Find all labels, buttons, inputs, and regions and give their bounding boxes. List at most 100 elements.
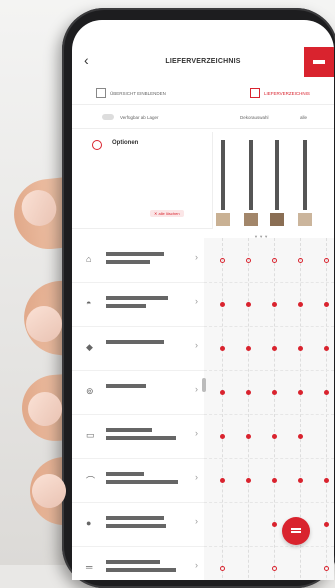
availability-dot [323,521,329,527]
availability-dot [271,345,277,351]
swatch-column[interactable] [244,140,258,232]
swatch-bar [275,140,279,210]
grid-row-line [204,414,334,415]
stock-toggle[interactable] [102,114,114,120]
item-text-line [106,436,176,440]
availability-dot [271,521,277,527]
swatch-bar [221,140,225,210]
chevron-right-icon[interactable]: › [195,340,198,350]
grid-row-line [204,502,334,503]
overview-toggle-label[interactable]: ÜBERSICHT EINBLENDEN [110,91,166,96]
view-toggle-row: ÜBERSICHT EINBLENDEN LIEFERVERZEICHNIS [72,82,334,105]
color-swatch[interactable] [270,213,284,226]
grid-row-line [204,282,334,283]
chevron-right-icon[interactable]: › [195,252,198,262]
phone-screen: ‹ LIEFERVERZEICHNIS ÜBERSICHT EINBLENDEN… [72,20,334,580]
list-item[interactable]: ⊚ › [72,370,204,415]
page-title: LIEFERVERZEICHNIS [165,58,241,65]
list-item[interactable]: ◆ › [72,326,204,371]
cabinet-icon: ⌂ [86,254,92,264]
item-text-line [106,428,152,432]
filter-lines-icon [291,528,301,533]
availability-dot [297,477,303,483]
availability-ring [271,257,277,263]
swatch-column[interactable] [298,140,312,232]
shelf-icon: ▭ [86,430,95,440]
availability-dot [271,477,277,483]
delivery-list-tab[interactable]: LIEFERVERZEICHNIS [264,91,310,96]
availability-dot [297,433,303,439]
availability-ring [245,257,251,263]
availability-ring [219,565,225,571]
item-text-line [106,304,146,308]
item-text-line [106,340,164,344]
grid-column-line [248,238,249,580]
availability-dot [323,301,329,307]
top-bar: ‹ LIEFERVERZEICHNIS [72,20,334,77]
availability-dot [245,301,251,307]
menu-button[interactable] [304,47,334,77]
availability-ring [219,257,225,263]
decor-label: Dekorauswahl [240,115,269,120]
availability-dot [271,389,277,395]
list-item[interactable]: ⌂ › [72,238,204,283]
chevron-right-icon[interactable]: › [195,296,198,306]
filter-lines-icon [313,60,325,64]
chevron-right-icon[interactable]: › [195,472,198,482]
availability-ring [323,257,329,263]
spiral-icon: ⊚ [86,386,94,396]
item-text-line [106,260,150,264]
grid-row-line [204,458,334,459]
item-text-line [106,296,168,300]
reset-button[interactable]: ✕ alle löschen [150,210,184,217]
item-text-line [106,568,176,572]
rail-icon: ═ [86,562,93,572]
chevron-right-icon[interactable]: › [195,428,198,438]
list-item[interactable]: ═ › [72,546,204,580]
chevron-right-icon[interactable]: › [195,516,198,526]
list-item[interactable]: ● › [72,502,204,547]
color-swatch[interactable] [244,213,258,226]
diamond-icon: ◆ [86,342,93,352]
list-item[interactable]: ▭ › [72,414,204,459]
availability-dot [297,345,303,351]
availability-dot [245,477,251,483]
item-text-line [106,472,144,476]
availability-dot [219,389,225,395]
options-label: Optionen [112,140,139,146]
availability-dot [323,477,329,483]
availability-dot [323,389,329,395]
scrollbar-handle[interactable] [202,378,206,392]
filter-fab[interactable] [282,517,310,545]
decor-select[interactable]: alle [300,115,307,120]
swatch-bar [303,140,307,210]
chevron-right-icon[interactable]: › [195,384,198,394]
calendar-icon[interactable] [250,88,260,98]
swatch-bar [249,140,253,210]
chevron-right-icon[interactable]: › [195,560,198,570]
hook-icon: ⌒ [86,476,96,486]
swatch-column[interactable] [270,140,284,232]
grid-row-line [204,546,334,547]
availability-dot [245,345,251,351]
availability-dot [271,433,277,439]
availability-dot [323,345,329,351]
color-swatch[interactable] [216,213,230,226]
grid-icon[interactable] [96,88,106,98]
list-item[interactable]: ◓ › [72,282,204,327]
item-text-line [106,560,160,564]
grid-row-line [204,370,334,371]
color-swatch[interactable] [298,213,312,226]
product-list: ⌂ › ◓ › ◆ › ⊚ › ▭ › ⌒ › ● › ═ › [72,238,204,580]
availability-dot [219,433,225,439]
item-text-line [106,516,164,520]
swatch-column[interactable] [216,140,230,232]
availability-dot [297,301,303,307]
options-panel: Optionen ✕ alle löschen [72,132,213,229]
availability-ring [323,565,329,571]
grid-column-line [326,238,327,580]
options-icon [92,140,102,150]
availability-grid [204,238,334,580]
item-text-line [106,524,166,528]
list-item[interactable]: ⌒ › [72,458,204,503]
